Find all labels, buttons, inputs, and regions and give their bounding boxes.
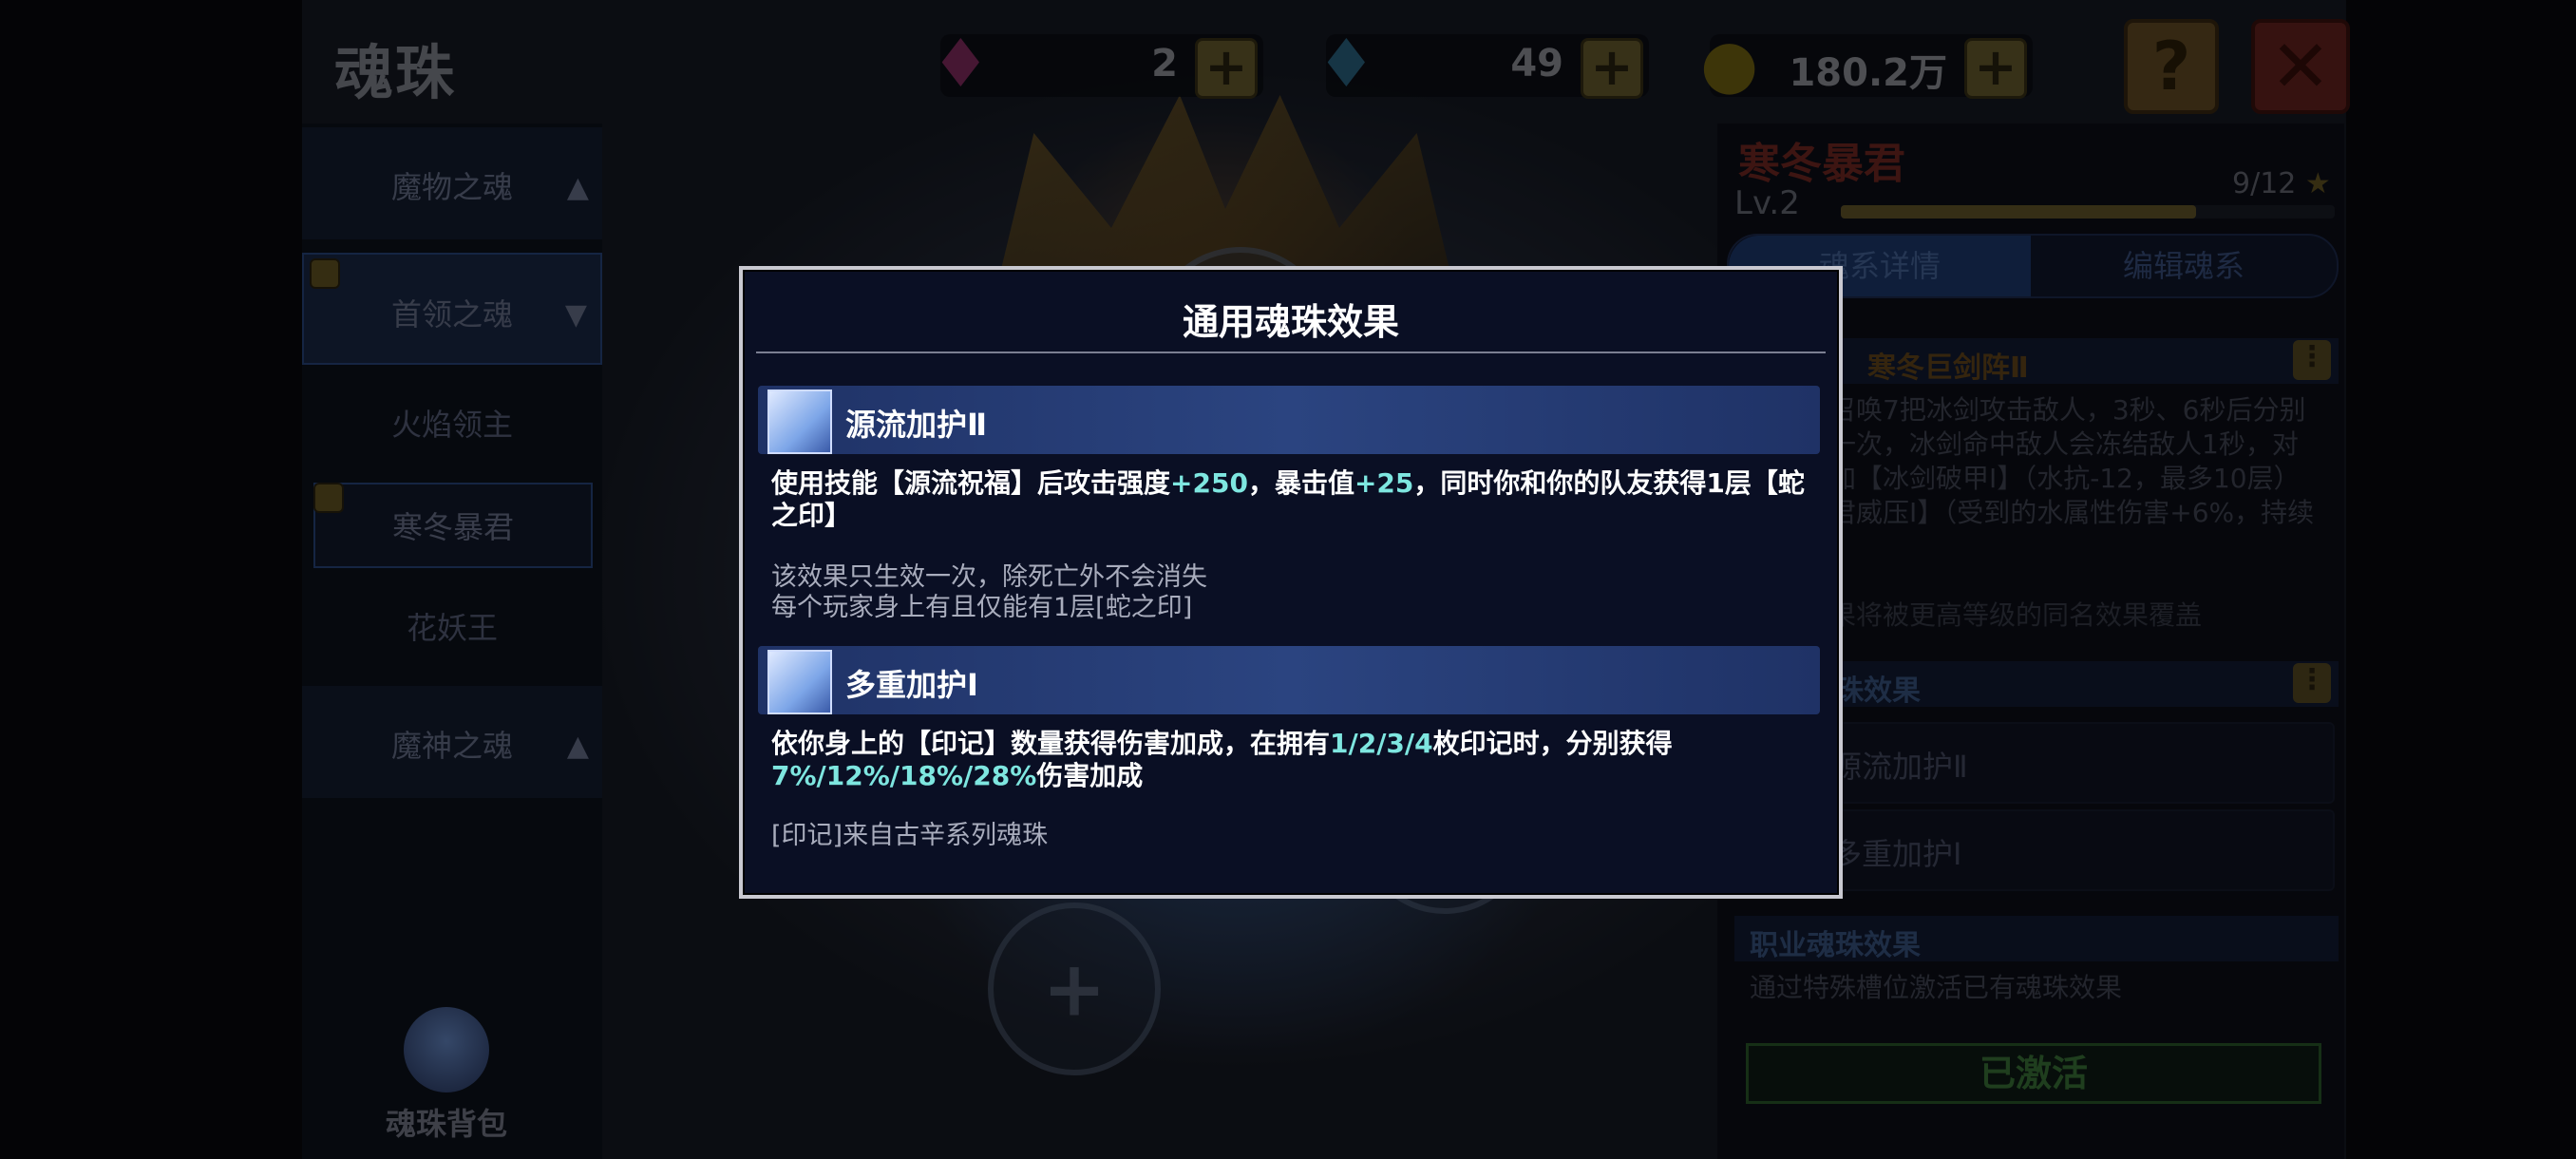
effect-header: 多重加护Ⅰ: [758, 646, 1820, 714]
desc-value: +250: [1170, 467, 1248, 499]
soul-orb-icon: [767, 650, 832, 714]
effect-note: [印记]来自古辛系列魂珠: [771, 821, 1049, 850]
effect-header: 源流加护Ⅱ: [758, 386, 1820, 454]
desc-value: 7%/12%/18%/28%: [771, 760, 1037, 791]
desc-text: ，暴击值: [1247, 467, 1354, 499]
effect-description: 使用技能【源流祝福】后攻击强度+250，暴击值+25，同时你和你的队友获得1层【…: [771, 467, 1812, 532]
desc-value: +25: [1354, 467, 1414, 499]
general-soul-effects-dialog: 通用魂珠效果 源流加护Ⅱ 使用技能【源流祝福】后攻击强度+250，暴击值+25，…: [739, 266, 1843, 899]
desc-text: 依你身上的【印记】数量获得伤害加成，在拥有: [771, 728, 1331, 759]
title-divider: [756, 352, 1826, 353]
effect-name: 源流加护Ⅱ: [845, 407, 988, 443]
desc-text: 伤害加成: [1036, 760, 1144, 791]
desc-text: 枚印记时，分别获得: [1432, 728, 1673, 759]
desc-value: 1/2/3/4: [1330, 728, 1433, 759]
dialog-title: 通用魂珠效果: [1182, 301, 1399, 343]
soul-orb-icon: [767, 390, 832, 454]
effect-note: 每个玩家身上有且仅能有1层[蛇之印]: [771, 593, 1193, 622]
effect-description: 依你身上的【印记】数量获得伤害加成，在拥有1/2/3/4枚印记时，分别获得 7%/…: [771, 728, 1812, 792]
effect-name: 多重加护Ⅰ: [845, 667, 978, 703]
effect-note: 该效果只生效一次，除死亡外不会消失: [771, 562, 1207, 592]
desc-text: 使用技能【源流祝福】后攻击强度: [771, 467, 1171, 499]
